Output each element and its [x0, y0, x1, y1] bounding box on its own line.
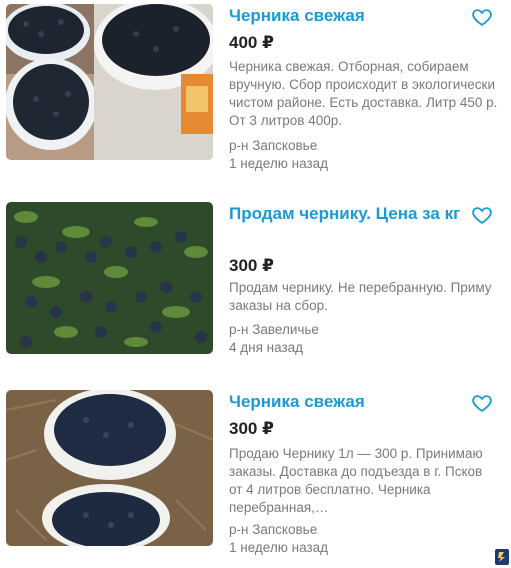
listing-card[interactable]: Черника свежая 300 ₽ Продаю Чернику 1л —…: [0, 384, 511, 560]
listing-description: Продаю Чернику 1л — 300 р. Принимаю зака…: [229, 446, 483, 515]
listing-title[interactable]: Черника свежая: [229, 390, 469, 414]
listing-time: 4 дня назад: [229, 340, 304, 355]
favorite-heart-icon[interactable]: [471, 204, 493, 226]
listing-price: 300 ₽: [229, 419, 274, 438]
blueberry-buckets-ground-photo: [6, 390, 213, 546]
listing-price: 400 ₽: [229, 33, 274, 52]
listing-time: 1 неделю назад: [229, 540, 329, 555]
listing-description: Черника свежая. Отборная, собираем вручн…: [229, 59, 498, 128]
listing-location: р-н Завеличье: [229, 322, 319, 337]
listing-photo[interactable]: [6, 4, 213, 160]
listing-time: 1 неделю назад: [229, 156, 329, 171]
listing-location: р-н Запсковье: [229, 138, 318, 153]
listing-card[interactable]: Черника свежая 400 ₽ Черника свежая. Отб…: [0, 0, 511, 171]
listing-description: Продам чернику. Не перебранную. Приму за…: [229, 280, 492, 313]
favorite-heart-icon[interactable]: [471, 6, 493, 28]
blueberry-buckets-photo: [6, 4, 213, 160]
listing-price: 300 ₽: [229, 256, 274, 275]
blueberry-bush-photo: [6, 202, 213, 354]
listing-photo[interactable]: [6, 202, 213, 354]
listing-title[interactable]: Продам чернику. Цена за кг: [229, 202, 469, 226]
listing-card[interactable]: Продам чернику. Цена за кг 300 ₽ Продам …: [0, 196, 511, 366]
listing-title[interactable]: Черника свежая: [229, 4, 469, 28]
favorite-heart-icon[interactable]: [471, 392, 493, 414]
listing-photo[interactable]: [6, 390, 213, 546]
app-badge-icon: [495, 549, 509, 565]
listing-location: р-н Запсковье: [229, 522, 318, 537]
